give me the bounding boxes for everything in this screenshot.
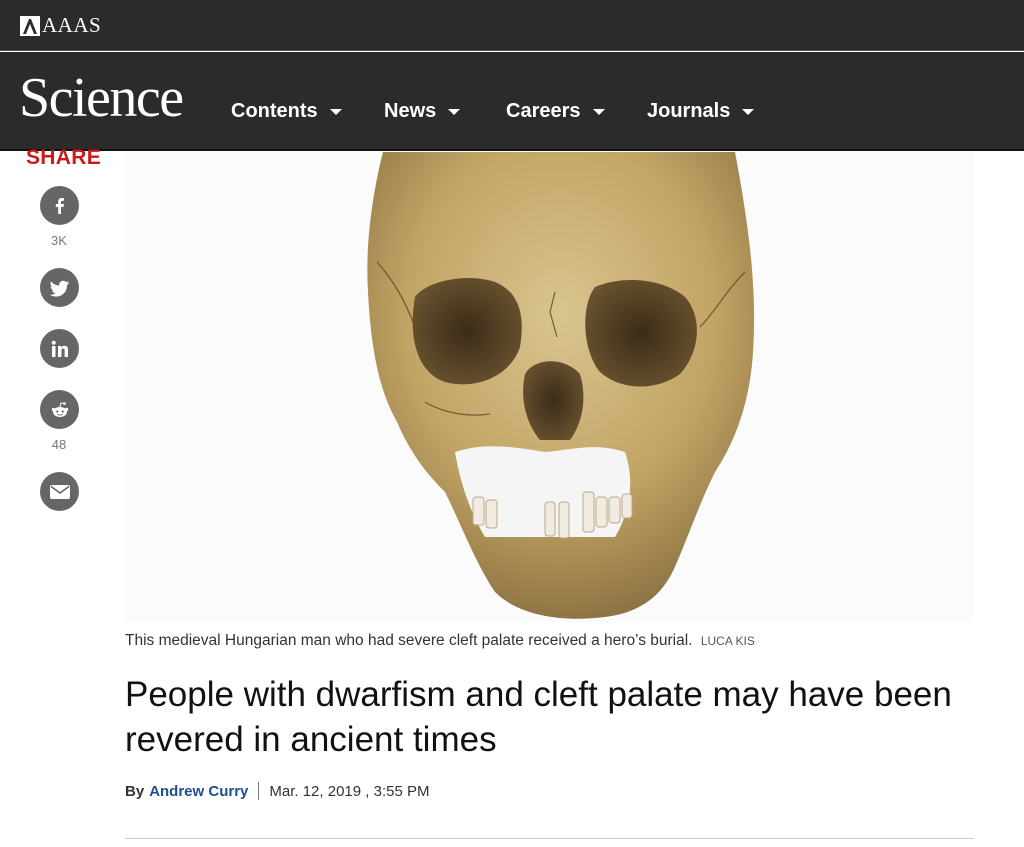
- chevron-down-icon: [742, 108, 755, 115]
- facebook-icon: [55, 197, 64, 214]
- nav-contents-label: Contents: [231, 100, 318, 122]
- article-divider: [125, 838, 974, 839]
- aaas-mark-icon: [20, 15, 40, 36]
- article-headline: People with dwarfism and cleft palate ma…: [125, 675, 952, 759]
- author-link[interactable]: Andrew Curry: [149, 783, 248, 800]
- nav-journals[interactable]: Journals: [647, 100, 755, 123]
- chevron-down-icon: [329, 108, 342, 115]
- byline: By Andrew Curry Mar. 12, 2019 , 3:55 PM: [125, 782, 429, 800]
- share-title: SHARE: [26, 146, 102, 169]
- publish-date: Mar. 12, 2019 , 3:55 PM: [269, 782, 430, 800]
- nav-careers-label: Careers: [506, 100, 581, 122]
- image-caption: This medieval Hungarian man who had seve…: [125, 632, 974, 650]
- byline-prefix: By: [125, 782, 145, 800]
- twitter-icon: [49, 280, 69, 297]
- linkedin-icon: [51, 340, 68, 357]
- reddit-icon: [51, 401, 68, 417]
- chevron-down-icon: [592, 108, 605, 115]
- science-logo[interactable]: Science: [19, 70, 184, 126]
- share-reddit-button[interactable]: [40, 390, 79, 429]
- nav-careers[interactable]: Careers: [506, 100, 605, 123]
- aaas-label: AAAS: [42, 13, 102, 37]
- facebook-share-count: 3K: [51, 233, 67, 248]
- reddit-share-count: 48: [51, 437, 67, 452]
- photo-credit: LUCA KIS: [700, 634, 755, 648]
- byline-divider: [258, 782, 260, 800]
- article-hero-image: [125, 152, 974, 622]
- aaas-bar: AAAS: [0, 0, 1024, 51]
- aaas-logo[interactable]: AAAS: [20, 13, 101, 38]
- share-linkedin-button[interactable]: [40, 329, 79, 368]
- nav-journals-label: Journals: [647, 100, 731, 122]
- share-email-button[interactable]: [40, 472, 79, 511]
- nav-contents[interactable]: Contents: [231, 100, 342, 123]
- nav-news-label: News: [384, 100, 437, 122]
- nav-news[interactable]: News: [384, 100, 461, 123]
- share-facebook-button[interactable]: [40, 186, 79, 225]
- share-twitter-button[interactable]: [40, 268, 79, 307]
- caption-text: This medieval Hungarian man who had seve…: [125, 632, 693, 649]
- chevron-down-icon: [448, 108, 461, 115]
- main-nav-bar: Science Contents News Careers Journals: [0, 52, 1024, 151]
- email-icon: [49, 484, 70, 499]
- skull-photo: [367, 152, 755, 619]
